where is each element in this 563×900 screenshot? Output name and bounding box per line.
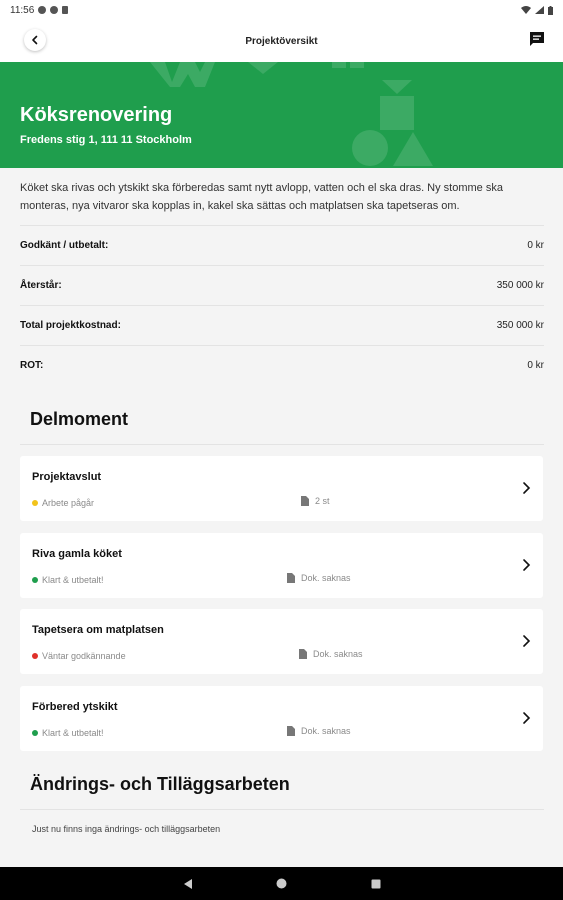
docs-text: Dok. saknas bbox=[301, 573, 351, 583]
docs-text: Dok. saknas bbox=[301, 726, 351, 736]
chevron-left-icon bbox=[32, 35, 38, 45]
back-button[interactable] bbox=[24, 29, 46, 51]
status-text: Klart & utbetalt! bbox=[42, 575, 104, 585]
summary-row-total: Total projektkostnad: 350 000 kr bbox=[20, 305, 544, 345]
triangle-back-icon bbox=[183, 878, 192, 889]
docs-text: 2 st bbox=[315, 496, 330, 506]
wifi-icon bbox=[521, 6, 531, 14]
card-status: Väntar godkännande bbox=[32, 651, 126, 661]
battery-icon bbox=[548, 5, 553, 15]
summary-value: 0 kr bbox=[527, 240, 544, 251]
card-status: Klart & utbetalt! bbox=[32, 575, 104, 585]
project-content[interactable]: Köket ska rivas och ytskikt ska förbered… bbox=[0, 168, 563, 867]
summary-label: Återstår: bbox=[20, 280, 62, 291]
empty-state-text: Just nu finns inga ändrings- och tillägg… bbox=[32, 824, 221, 834]
section-title-delmoment: Delmoment bbox=[30, 409, 129, 429]
delmoment-card[interactable]: Riva gamla köket Klart & utbetalt! Dok. … bbox=[20, 533, 543, 598]
section-title-andringar: Ändrings- och Tilläggsarbeten bbox=[30, 774, 290, 794]
document-icon bbox=[287, 726, 295, 736]
notification-icon bbox=[50, 6, 59, 14]
delmoment-card[interactable]: Projektavslut Arbete pågår 2 st bbox=[20, 456, 543, 521]
status-time: 11:56 bbox=[10, 4, 35, 16]
card-title: Projektavslut bbox=[32, 471, 102, 483]
document-icon bbox=[299, 649, 307, 659]
project-description: Köket ska rivas och ytskikt ska förbered… bbox=[20, 182, 503, 212]
square-recents-icon bbox=[371, 879, 380, 888]
document-icon bbox=[301, 496, 309, 506]
summary-label: Godkänt / utbetalt: bbox=[20, 240, 109, 251]
status-text: Väntar godkännande bbox=[42, 651, 126, 661]
status-dot-icon bbox=[32, 730, 38, 736]
circle-home-icon bbox=[276, 878, 287, 889]
signal-icon bbox=[535, 6, 544, 14]
card-docs: Dok. saknas bbox=[299, 649, 363, 659]
card-title: Förbered ytskikt bbox=[32, 701, 118, 713]
summary-label: ROT: bbox=[20, 360, 44, 371]
delmoment-card[interactable]: Tapetsera om matplatsen Väntar godkännan… bbox=[20, 609, 543, 674]
chevron-right-icon bbox=[523, 559, 531, 571]
status-dot-icon bbox=[32, 500, 38, 506]
chat-bubble-icon[interactable] bbox=[529, 31, 545, 47]
page-title: Projektöversikt bbox=[245, 35, 318, 47]
summary-label: Total projektkostnad: bbox=[20, 320, 121, 331]
summary-value: 350 000 kr bbox=[496, 280, 544, 291]
status-dot-icon bbox=[32, 577, 38, 583]
summary-value: 350 000 kr bbox=[496, 320, 544, 331]
delmoment-card[interactable]: Förbered ytskikt Klart & utbetalt! Dok. … bbox=[20, 686, 543, 751]
status-bar: 11:56 bbox=[0, 0, 563, 20]
nav-home-button[interactable] bbox=[275, 877, 289, 891]
status-text: Arbete pågår bbox=[42, 498, 95, 508]
card-docs: 2 st bbox=[301, 496, 330, 506]
card-title: Riva gamla köket bbox=[32, 548, 122, 560]
card-status: Arbete pågår bbox=[32, 498, 94, 508]
status-dot-icon bbox=[32, 653, 38, 659]
summary-row-approved: Godkänt / utbetalt: 0 kr bbox=[20, 225, 544, 265]
divider bbox=[20, 809, 544, 810]
card-docs: Dok. saknas bbox=[287, 726, 351, 736]
project-hero: Köksrenovering Fredens stig 1, 111 11 St… bbox=[0, 62, 563, 168]
project-address: Fredens stig 1, 111 11 Stockholm bbox=[20, 134, 192, 146]
summary-row-remaining: Återstår: 350 000 kr bbox=[20, 265, 544, 305]
project-title: Köksrenovering bbox=[20, 104, 173, 126]
card-status: Klart & utbetalt! bbox=[32, 728, 104, 738]
summary-value: 0 kr bbox=[527, 360, 544, 371]
card-docs: Dok. saknas bbox=[287, 573, 351, 583]
summary-row-rot: ROT: 0 kr bbox=[20, 345, 544, 385]
chevron-right-icon bbox=[523, 635, 531, 647]
sd-card-icon bbox=[62, 6, 69, 14]
nav-recents-button[interactable] bbox=[369, 877, 383, 891]
notification-icon bbox=[38, 6, 47, 14]
document-icon bbox=[287, 573, 295, 583]
docs-text: Dok. saknas bbox=[313, 649, 363, 659]
chevron-right-icon bbox=[523, 482, 531, 494]
divider bbox=[20, 444, 544, 445]
nav-back-button[interactable] bbox=[181, 877, 195, 891]
card-title: Tapetsera om matplatsen bbox=[32, 624, 164, 636]
chevron-right-icon bbox=[523, 712, 531, 724]
status-text: Klart & utbetalt! bbox=[42, 728, 104, 738]
app-bar: Projektöversikt bbox=[0, 20, 563, 62]
system-nav-bar bbox=[0, 867, 563, 900]
